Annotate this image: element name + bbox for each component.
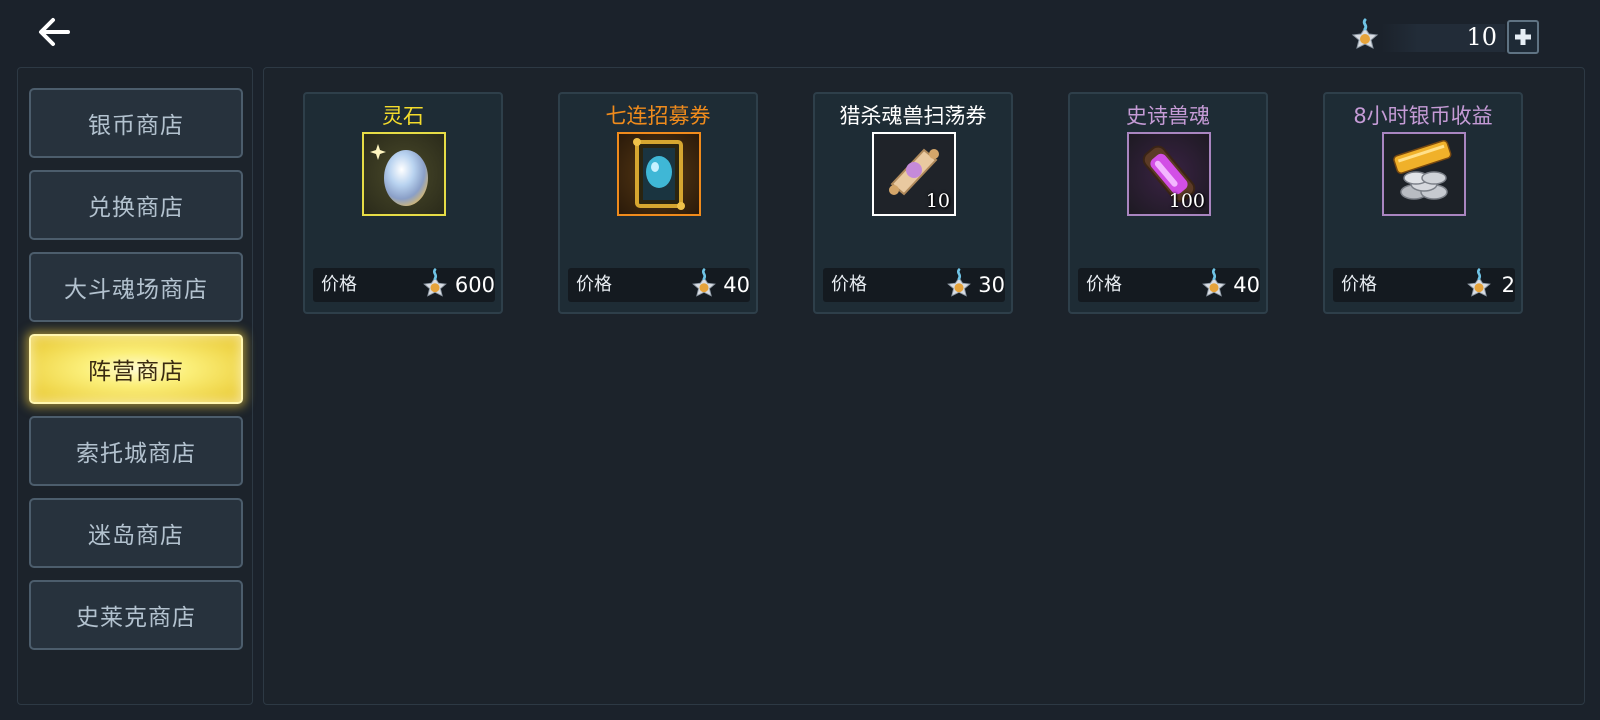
shop-sidebar: 银币商店 兑换商店 大斗魂场商店 阵营商店 索托城商店 迷岛商店 史莱克商店 [17,67,253,705]
tab-label: 史莱克商店 [76,605,196,631]
item-quantity: 10 [925,190,950,212]
spirit-stone-egg-icon [370,144,428,206]
tab-arena-shop[interactable]: 大斗魂场商店 [29,252,243,322]
price-value: 2 [1501,273,1515,297]
item-icon-frame [617,132,701,216]
item-name: 史诗兽魂 [1126,104,1210,128]
item-quantity: 100 [1168,190,1205,212]
arrow-left-icon [39,18,70,46]
star-badge-icon [692,268,716,297]
currency-bar: 10 [1345,18,1545,58]
shop-item-card[interactable]: 灵石 价格 600 [303,92,503,314]
star-badge-icon [1202,268,1226,297]
price-label: 价格 [576,274,612,295]
price-label: 价格 [1086,274,1122,295]
price-value: 40 [1233,273,1260,297]
tab-exchange-shop[interactable]: 兑换商店 [29,170,243,240]
item-name: 8小时银币收益 [1353,104,1493,128]
shop-item-card[interactable]: 史诗兽魂 100 价格 40 [1068,92,1268,314]
price-value: 40 [723,273,750,297]
tab-label: 阵营商店 [88,359,184,385]
tab-label: 索托城商店 [76,441,196,467]
price-row: 价格 2 [1333,268,1515,302]
add-currency-button[interactable] [1507,20,1539,54]
star-badge-icon [1351,18,1379,49]
price-label: 价格 [1341,274,1377,295]
star-badge-icon [947,268,971,297]
shop-item-card[interactable]: 七连招募券 价格 40 [558,92,758,314]
item-name: 七连招募券 [605,104,711,128]
item-icon-frame [362,132,446,216]
shop-item-card[interactable]: 8小时银币收益 价格 2 [1323,92,1523,314]
item-icon-frame: 10 [872,132,956,216]
item-name: 猎杀魂兽扫荡券 [839,104,987,128]
shop-item-card[interactable]: 猎杀魂兽扫荡券 10 价格 30 [813,92,1013,314]
item-icon-frame: 100 [1127,132,1211,216]
item-icon-frame [1382,132,1466,216]
price-value: 600 [454,273,495,297]
star-badge-icon [1467,268,1491,297]
silver-coins-icon [1393,140,1452,200]
tab-mystery-island-shop[interactable]: 迷岛商店 [29,498,243,568]
price-label: 价格 [321,274,357,295]
tab-label: 兑换商店 [88,195,184,221]
price-value: 30 [978,273,1005,297]
back-button[interactable] [30,12,78,52]
tab-faction-shop[interactable]: 阵营商店 [29,334,243,404]
item-name: 灵石 [382,104,424,128]
recruit-card-icon [633,138,685,210]
plus-icon [1515,29,1531,45]
price-row: 价格 30 [823,268,1005,302]
price-row: 价格 40 [568,268,750,302]
tab-shrek-shop[interactable]: 史莱克商店 [29,580,243,650]
tab-silver-coin-shop[interactable]: 银币商店 [29,88,243,158]
tab-sotto-city-shop[interactable]: 索托城商店 [29,416,243,486]
star-badge-icon [423,268,447,297]
shop-items-panel: 灵石 价格 600 七连招募券 价格 40 猎杀魂兽扫荡券 10 价格 30 史… [263,67,1585,705]
tab-label: 大斗魂场商店 [64,277,208,303]
tab-label: 银币商店 [88,113,184,139]
currency-amount: 10 [1466,23,1497,51]
price-row: 价格 600 [313,268,495,302]
price-row: 价格 40 [1078,268,1260,302]
tab-label: 迷岛商店 [88,523,184,549]
price-label: 价格 [831,274,867,295]
